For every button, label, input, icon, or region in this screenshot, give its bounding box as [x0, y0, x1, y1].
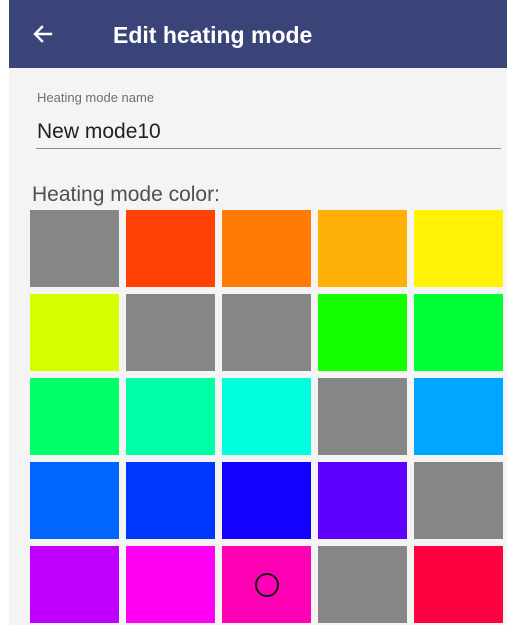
arrow-left-icon [33, 25, 53, 43]
color-swatch[interactable] [414, 378, 503, 455]
color-swatch[interactable] [222, 546, 311, 623]
color-swatch[interactable] [222, 210, 311, 287]
app-bar: Edit heating mode [9, 0, 507, 68]
color-swatch[interactable] [414, 294, 503, 371]
color-swatch[interactable] [318, 210, 407, 287]
color-swatch[interactable] [30, 462, 119, 539]
color-swatch[interactable] [126, 210, 215, 287]
page-title: Edit heating mode [113, 22, 313, 48]
color-swatch[interactable] [222, 378, 311, 455]
color-swatch[interactable] [126, 462, 215, 539]
color-swatch[interactable] [414, 546, 503, 623]
color-swatch[interactable] [318, 462, 407, 539]
color-swatch[interactable] [222, 462, 311, 539]
color-swatch[interactable] [126, 378, 215, 455]
color-swatch[interactable] [126, 294, 215, 371]
color-swatch[interactable] [30, 378, 119, 455]
back-button[interactable] [23, 14, 63, 54]
heating-mode-name-input[interactable] [36, 115, 501, 149]
color-swatch[interactable] [414, 462, 503, 539]
color-swatch[interactable] [222, 294, 311, 371]
color-swatch[interactable] [30, 294, 119, 371]
color-swatch[interactable] [30, 546, 119, 623]
color-swatch[interactable] [318, 546, 407, 623]
selected-indicator-icon [254, 572, 279, 597]
color-swatch-grid [30, 210, 507, 623]
color-swatch[interactable] [30, 210, 119, 287]
color-swatch[interactable] [126, 546, 215, 623]
color-swatch[interactable] [318, 294, 407, 371]
color-swatch[interactable] [318, 378, 407, 455]
color-swatch[interactable] [414, 210, 503, 287]
screen: Edit heating mode Heating mode name Heat… [9, 0, 507, 625]
heating-mode-name-label: Heating mode name [37, 90, 155, 105]
heating-mode-color-label: Heating mode color: [32, 183, 220, 206]
